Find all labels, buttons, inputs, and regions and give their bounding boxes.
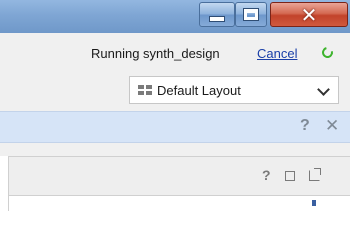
info-bar: ? ✕ (0, 111, 350, 143)
cancel-link[interactable]: Cancel (257, 46, 297, 61)
layout-toolbar: Default Layout (0, 73, 350, 111)
panel-content-fragment (312, 200, 316, 206)
maximize-button[interactable] (235, 2, 267, 27)
panel-body (8, 196, 350, 211)
panel-maximize-icon[interactable] (285, 171, 295, 181)
status-text: Running synth_design (91, 46, 220, 61)
minimize-icon (210, 16, 224, 21)
panel-help-icon[interactable]: ? (262, 167, 271, 183)
window-titlebar: ✕ (0, 0, 350, 33)
layout-dropdown[interactable]: Default Layout (129, 76, 339, 104)
spacer (0, 143, 350, 156)
panel-header: ? (8, 156, 350, 196)
panel-float-window-icon[interactable] (309, 168, 321, 181)
close-button[interactable]: ✕ (270, 2, 348, 27)
help-icon[interactable]: ? (300, 117, 310, 135)
layout-dropdown-value: Default Layout (157, 82, 241, 98)
run-status-bar: Running synth_design Cancel (0, 33, 350, 73)
progress-spinner-icon (319, 44, 336, 61)
minimize-button[interactable] (199, 2, 235, 27)
chevron-down-icon (317, 83, 330, 96)
close-icon: ✕ (300, 2, 318, 27)
close-icon[interactable]: ✕ (325, 116, 339, 136)
layout-grid-icon (138, 85, 152, 95)
maximize-icon (244, 9, 258, 20)
